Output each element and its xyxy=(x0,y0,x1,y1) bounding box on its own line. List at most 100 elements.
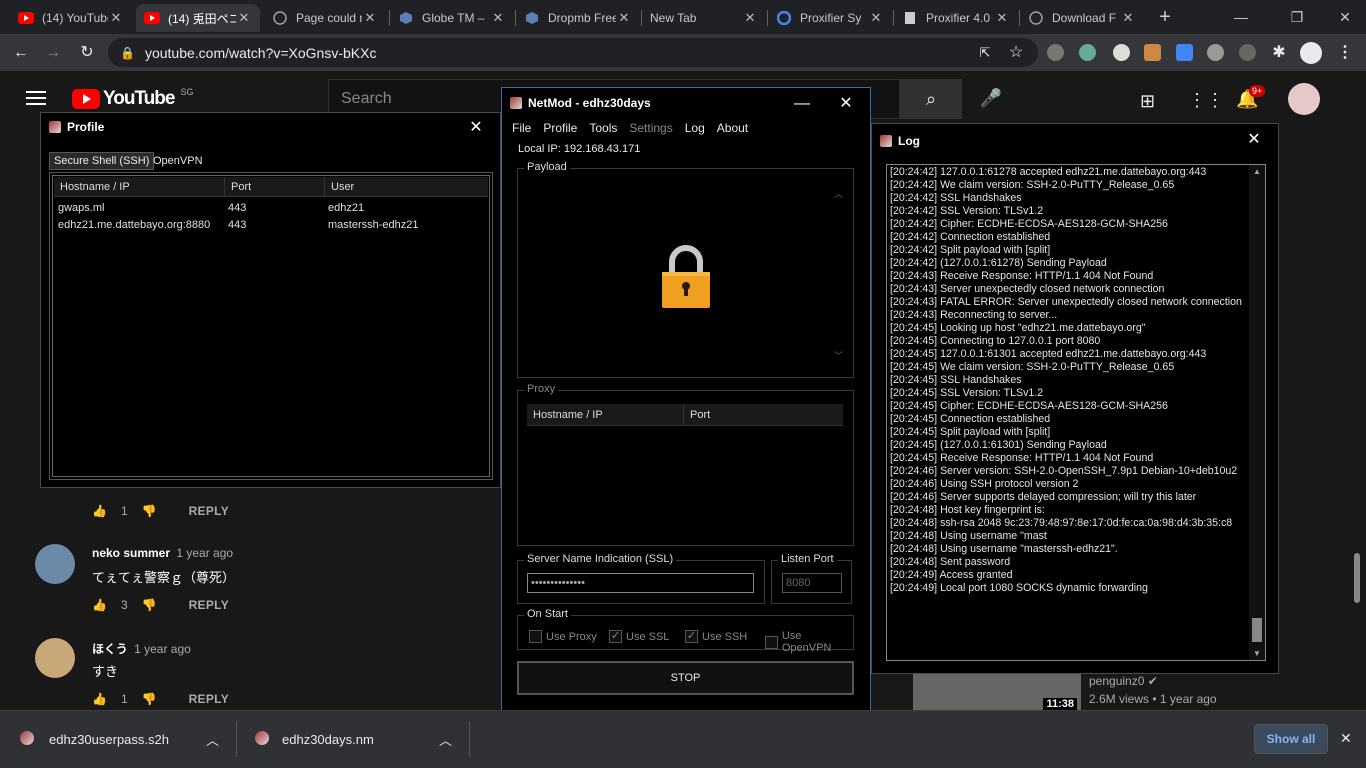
tab-youtube-1[interactable]: (14) YouTube ✕ xyxy=(10,4,132,32)
forward-icon[interactable]: → xyxy=(40,40,66,66)
back-icon[interactable]: ← xyxy=(8,40,34,66)
close-icon[interactable]: ✕ xyxy=(362,10,378,26)
column-port[interactable]: Port xyxy=(224,177,251,197)
translate-icon[interactable] xyxy=(1176,44,1193,61)
scroll-down-icon[interactable]: ▼ xyxy=(1249,649,1265,658)
close-icon[interactable]: ✕ xyxy=(994,10,1010,26)
apps-grid-icon[interactable]: ⋮⋮ xyxy=(1188,90,1224,111)
reply-button[interactable]: REPLY xyxy=(189,598,229,612)
like-icon[interactable]: 👍 xyxy=(92,598,107,612)
create-video-icon[interactable]: ⊞ xyxy=(1140,91,1155,112)
video-channel[interactable]: penguinz0 ✔ xyxy=(1089,674,1158,688)
like-icon[interactable]: 👍 xyxy=(92,692,107,706)
table-row[interactable]: gwaps.ml 443 edhz21 xyxy=(50,202,490,218)
dislike-icon[interactable]: 👎 xyxy=(142,504,157,518)
avatar[interactable] xyxy=(35,638,75,678)
column-port[interactable]: Port xyxy=(683,404,710,426)
download-item[interactable]: edhz30days.nm ︿ xyxy=(237,711,469,767)
restore-icon[interactable]: ❐ xyxy=(1282,6,1312,28)
profile-avatar-icon[interactable] xyxy=(1300,42,1322,64)
youtube-logo[interactable]: YouTube SG xyxy=(72,87,193,110)
netmod-titlebar[interactable]: NetMod - edhz30days xyxy=(502,88,870,118)
tab-proxifier-sy[interactable]: Proxifier Sy ✕ xyxy=(768,4,892,32)
column-user[interactable]: User xyxy=(324,177,354,197)
video-thumbnail[interactable]: 11:38 xyxy=(913,674,1081,710)
comment-time[interactable]: 1 year ago xyxy=(134,642,191,656)
avatar[interactable] xyxy=(35,544,75,584)
tab-openvpn[interactable]: OpenVPN xyxy=(153,155,203,167)
tab-download[interactable]: Download F ✕ xyxy=(1020,4,1144,32)
log-titlebar[interactable]: Log xyxy=(872,126,1278,156)
menu-file[interactable]: File xyxy=(512,121,531,135)
window-close-icon[interactable]: ✕ xyxy=(1330,6,1360,28)
download-item[interactable]: edhz30userpass.s2h ︿ xyxy=(0,711,236,767)
tab-page-could-not[interactable]: Page could not ✕ xyxy=(264,4,386,32)
close-icon[interactable]: ✕ xyxy=(108,10,124,26)
tab-new-tab[interactable]: New Tab ✕ xyxy=(642,4,766,32)
comment-author[interactable]: ほくう xyxy=(92,642,128,656)
minimize-icon[interactable]: — xyxy=(792,94,812,114)
puzzle-icon[interactable]: ✱ xyxy=(1266,40,1292,66)
minimize-icon[interactable]: — xyxy=(1226,6,1256,28)
use-openvpn-checkbox[interactable]: Use OpenVPN xyxy=(765,630,853,654)
tab-ssh[interactable]: Secure Shell (SSH) xyxy=(49,152,155,170)
close-icon[interactable]: ✕ xyxy=(1340,730,1352,747)
chevron-up-icon[interactable]: ︿ xyxy=(439,730,452,749)
close-icon[interactable]: ✕ xyxy=(490,10,506,26)
extension-icon[interactable] xyxy=(1113,44,1130,61)
stop-button[interactable]: STOP xyxy=(517,661,854,695)
listen-port-input[interactable]: 8080 xyxy=(782,573,842,593)
use-proxy-checkbox[interactable]: Use Proxy xyxy=(529,630,597,643)
scrollbar-thumb[interactable] xyxy=(1252,618,1262,642)
extension-icon[interactable] xyxy=(1144,44,1161,61)
column-hostname[interactable]: Hostname / IP xyxy=(60,177,130,197)
bookmark-star-icon[interactable]: ☆ xyxy=(1003,40,1029,66)
comment-time[interactable]: 1 year ago xyxy=(176,546,233,560)
scroll-up-icon[interactable]: ︿ xyxy=(834,187,843,200)
profile-titlebar[interactable]: Profile xyxy=(41,113,500,141)
mic-icon[interactable]: 🎤 xyxy=(972,79,1010,117)
tab-globe-tm[interactable]: Globe TM – ✕ xyxy=(390,4,514,32)
menu-tools[interactable]: Tools xyxy=(589,121,617,135)
close-icon[interactable]: ✕ xyxy=(868,10,884,26)
chevron-up-icon[interactable]: ︿ xyxy=(206,730,219,749)
close-icon[interactable]: ✕ xyxy=(466,118,486,138)
extension-icon[interactable] xyxy=(1079,44,1096,61)
extension-icon[interactable] xyxy=(1207,44,1224,61)
user-avatar[interactable] xyxy=(1288,83,1320,115)
menu-profile[interactable]: Profile xyxy=(543,121,577,135)
tab-dropmb[interactable]: Dropmb Free ✕ xyxy=(516,4,640,32)
address-bar[interactable]: 🔒 youtube.com/watch?v=XoGnsv-bKXc xyxy=(108,38,1038,67)
like-icon[interactable]: 👍 xyxy=(92,504,107,518)
scroll-down-icon[interactable]: ﹀ xyxy=(834,349,843,362)
dislike-icon[interactable]: 👎 xyxy=(142,598,157,612)
new-tab-button[interactable]: + xyxy=(1150,6,1180,28)
comment-author[interactable]: neko summer xyxy=(92,546,170,560)
menu-kebab-icon[interactable]: ⋮ xyxy=(1332,40,1358,66)
close-icon[interactable]: ✕ xyxy=(1120,10,1136,26)
reload-icon[interactable]: ↻ xyxy=(74,40,100,66)
table-row[interactable]: edhz21.me.dattebayo.org:8880 443 masters… xyxy=(50,219,490,235)
search-icon[interactable]: ⌕ xyxy=(900,79,962,119)
scroll-up-icon[interactable]: ▲ xyxy=(1249,167,1265,176)
menu-log[interactable]: Log xyxy=(685,121,705,135)
menu-about[interactable]: About xyxy=(717,121,748,135)
close-icon[interactable]: ✕ xyxy=(742,10,758,26)
close-icon[interactable]: ✕ xyxy=(1244,130,1264,150)
log-scrollbar[interactable]: ▲ ▼ xyxy=(1249,165,1265,660)
close-icon[interactable]: ✕ xyxy=(236,10,252,26)
tab-proxifier-40[interactable]: Proxifier 4.0 ✕ xyxy=(894,4,1018,32)
tab-youtube-2[interactable]: (14) 兎田ペコラ ✕ xyxy=(136,4,260,32)
page-scrollbar[interactable] xyxy=(1354,553,1360,603)
menu-settings[interactable]: Settings xyxy=(629,121,672,135)
use-ssl-checkbox[interactable]: ✓ Use SSL xyxy=(609,630,669,643)
close-icon[interactable]: ✕ xyxy=(836,94,856,114)
extension-icon[interactable] xyxy=(1047,44,1064,61)
close-icon[interactable]: ✕ xyxy=(616,10,632,26)
extension-icon[interactable] xyxy=(1239,44,1256,61)
reply-button[interactable]: REPLY xyxy=(189,692,229,706)
column-hostname[interactable]: Hostname / IP xyxy=(533,404,603,426)
use-ssh-checkbox[interactable]: ✓ Use SSH xyxy=(685,630,747,643)
reply-button[interactable]: REPLY xyxy=(189,504,229,518)
open-in-app-icon[interactable]: ⇱ xyxy=(972,40,998,66)
